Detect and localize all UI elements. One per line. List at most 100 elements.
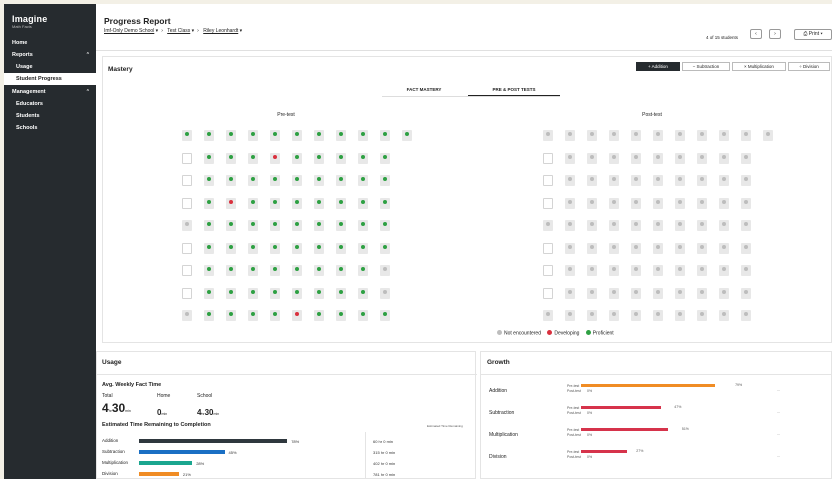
fact-cell[interactable]	[204, 242, 214, 254]
fact-cell[interactable]	[653, 265, 663, 276]
fact-cell[interactable]	[741, 220, 751, 231]
fact-cell[interactable]	[380, 242, 390, 254]
prev-student-button[interactable]: ‹	[750, 29, 762, 39]
fact-cell[interactable]	[204, 310, 214, 321]
next-student-button[interactable]: ›	[769, 29, 781, 39]
fact-cell[interactable]	[565, 175, 575, 186]
fact-cell[interactable]	[587, 130, 597, 141]
fact-cell[interactable]	[204, 130, 214, 141]
fact-cell[interactable]	[653, 197, 663, 209]
sidebar-item-student-progress[interactable]: Student Progress	[4, 73, 96, 85]
fact-cell[interactable]	[314, 287, 324, 299]
fact-cell[interactable]	[336, 242, 346, 254]
fact-cell[interactable]	[675, 152, 685, 164]
fact-cell[interactable]	[270, 130, 280, 141]
fact-cell[interactable]	[380, 175, 390, 186]
fact-cell[interactable]	[336, 287, 346, 299]
growth-more-menu[interactable]: ...	[777, 432, 780, 436]
fact-cell[interactable]	[270, 152, 280, 164]
fact-cell[interactable]	[226, 175, 236, 186]
fact-cell[interactable]	[358, 220, 368, 231]
fact-cell[interactable]	[336, 265, 346, 276]
fact-cell[interactable]	[248, 152, 258, 164]
fact-cell[interactable]	[380, 130, 390, 141]
fact-cell[interactable]	[226, 197, 236, 209]
fact-cell[interactable]	[314, 152, 324, 164]
fact-cell[interactable]	[358, 130, 368, 141]
fact-cell[interactable]	[358, 242, 368, 254]
fact-cell[interactable]	[565, 130, 575, 141]
fact-cell[interactable]	[741, 197, 751, 209]
fact-cell[interactable]	[653, 152, 663, 164]
fact-cell[interactable]	[204, 152, 214, 164]
fact-cell[interactable]	[697, 310, 707, 321]
fact-cell[interactable]	[565, 265, 575, 276]
fact-cell[interactable]	[565, 287, 575, 299]
fact-cell[interactable]	[226, 242, 236, 254]
fact-cell[interactable]	[226, 220, 236, 231]
fact-cell[interactable]	[292, 175, 302, 186]
fact-cell[interactable]	[609, 265, 619, 276]
fact-cell[interactable]	[741, 152, 751, 164]
chevron-down-icon[interactable]: ▾	[154, 28, 159, 34]
fact-cell[interactable]	[314, 175, 324, 186]
fact-cell[interactable]	[719, 220, 729, 231]
fact-cell[interactable]	[741, 310, 751, 321]
fact-cell[interactable]	[248, 175, 258, 186]
fact-cell[interactable]	[292, 152, 302, 164]
fact-cell[interactable]	[587, 220, 597, 231]
fact-cell[interactable]	[226, 152, 236, 164]
fact-cell[interactable]	[336, 130, 346, 141]
fact-cell[interactable]	[380, 310, 390, 321]
fact-cell[interactable]	[380, 152, 390, 164]
fact-cell[interactable]	[631, 287, 641, 299]
fact-cell[interactable]	[314, 265, 324, 276]
fact-cell[interactable]	[380, 287, 390, 299]
chevron-down-icon[interactable]: ▾	[190, 28, 195, 34]
fact-cell[interactable]	[697, 130, 707, 141]
op-addition-button[interactable]: + Addition	[636, 62, 680, 71]
fact-cell[interactable]	[248, 197, 258, 209]
fact-cell[interactable]	[675, 265, 685, 276]
fact-cell[interactable]	[697, 287, 707, 299]
fact-cell[interactable]	[587, 152, 597, 164]
fact-cell[interactable]	[631, 265, 641, 276]
fact-cell[interactable]	[653, 287, 663, 299]
fact-cell[interactable]	[204, 197, 214, 209]
fact-cell[interactable]	[314, 220, 324, 231]
fact-cell[interactable]	[609, 197, 619, 209]
fact-cell[interactable]	[248, 287, 258, 299]
sidebar-item-management[interactable]: Management ⌃	[4, 86, 96, 98]
fact-cell[interactable]	[226, 287, 236, 299]
fact-cell[interactable]	[543, 310, 553, 321]
fact-cell[interactable]	[204, 175, 214, 186]
fact-cell[interactable]	[697, 152, 707, 164]
breadcrumb-school[interactable]: Imf-Only Demo School	[104, 28, 154, 34]
fact-cell[interactable]	[609, 220, 619, 231]
sidebar-item-schools[interactable]: Schools	[4, 122, 96, 134]
fact-cell[interactable]	[358, 175, 368, 186]
fact-cell[interactable]	[565, 220, 575, 231]
fact-cell[interactable]	[270, 197, 280, 209]
fact-cell[interactable]	[380, 197, 390, 209]
fact-cell[interactable]	[675, 287, 685, 299]
fact-cell[interactable]	[248, 265, 258, 276]
fact-cell[interactable]	[543, 220, 553, 231]
op-subtraction-button[interactable]: − Subtraction	[682, 62, 730, 71]
fact-cell[interactable]	[653, 175, 663, 186]
fact-cell[interactable]	[697, 220, 707, 231]
fact-cell[interactable]	[292, 197, 302, 209]
fact-cell[interactable]	[292, 287, 302, 299]
fact-cell[interactable]	[609, 242, 619, 254]
breadcrumb-class[interactable]: Test Class	[167, 28, 190, 34]
breadcrumb-student[interactable]: Riley Leonhardt	[203, 28, 238, 34]
fact-cell[interactable]	[587, 197, 597, 209]
fact-cell[interactable]	[292, 265, 302, 276]
fact-cell[interactable]	[204, 220, 214, 231]
fact-cell[interactable]	[675, 130, 685, 141]
chevron-down-icon[interactable]: ▾	[238, 28, 243, 34]
fact-cell[interactable]	[587, 242, 597, 254]
fact-cell[interactable]	[358, 265, 368, 276]
fact-cell[interactable]	[719, 310, 729, 321]
fact-cell[interactable]	[697, 197, 707, 209]
